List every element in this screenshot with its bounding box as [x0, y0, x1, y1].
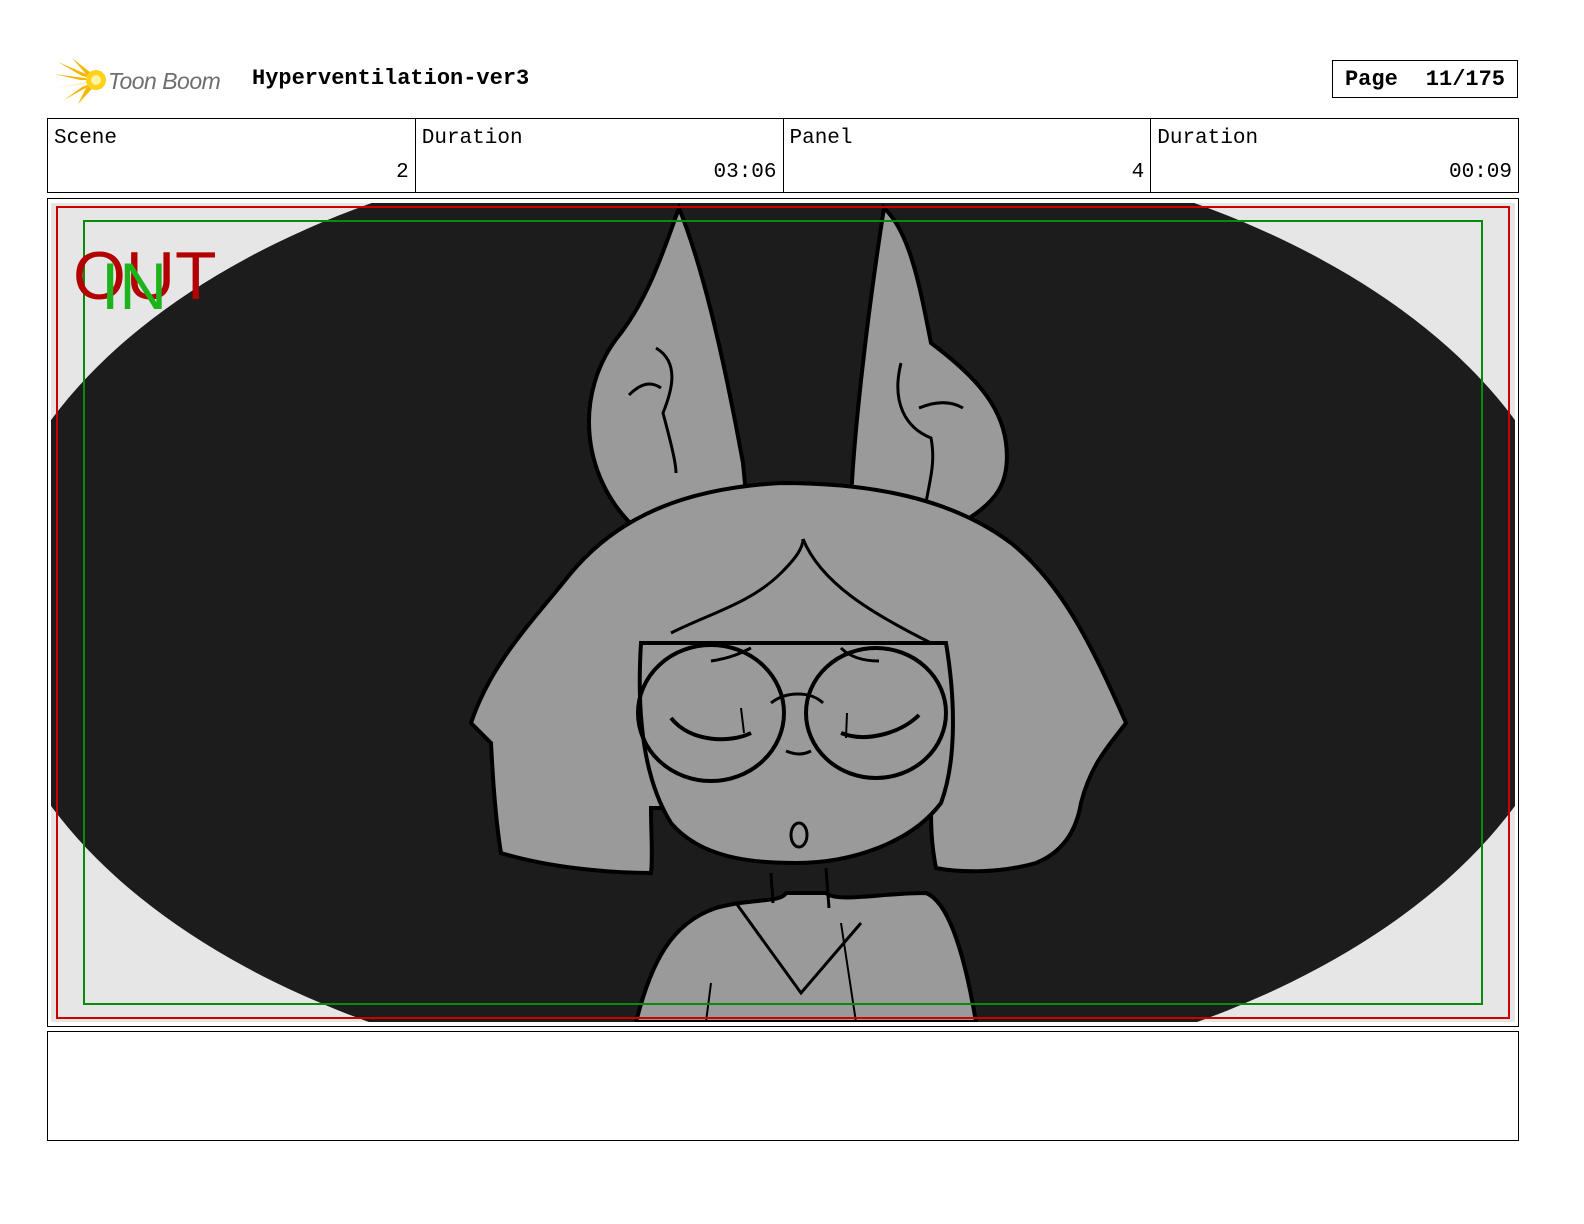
scene-duration-label: Duration: [421, 127, 523, 150]
panel-duration-label: Duration: [1157, 127, 1259, 150]
scene-cell: Scene 2: [48, 119, 416, 192]
scene-value: 2: [396, 161, 409, 184]
scene-duration-cell: Duration 03:06: [416, 119, 784, 192]
panel-notes-box: [47, 1031, 1519, 1141]
page-indicator: Page 11/175: [1332, 60, 1518, 98]
page-header: Toon Boom Hyperventilation-ver3 Page 11/…: [48, 54, 1518, 106]
panel-value: 4: [1131, 161, 1145, 184]
panel-cell: Panel 4: [784, 119, 1152, 192]
panel-duration-cell: Duration 00:09: [1151, 119, 1518, 192]
panel-label: Panel: [789, 127, 853, 150]
project-title: Hyperventilation-ver3: [252, 66, 530, 91]
starburst-icon: [54, 58, 106, 104]
scene-info-table: Scene 2 Duration 03:06 Panel 4 Duration …: [47, 118, 1519, 193]
panel-duration-value: 00:09: [1448, 161, 1512, 184]
storyboard-panel: OUT IN: [47, 198, 1519, 1027]
toon-boom-logo: Toon Boom: [52, 56, 242, 106]
panel-drawing: OUT IN: [51, 203, 1515, 1022]
page-label: Page: [1344, 66, 1398, 92]
scene-duration-value: 03:06: [713, 161, 777, 184]
in-marker: IN: [101, 249, 167, 323]
page-number: 11/175: [1425, 66, 1506, 92]
scene-label: Scene: [54, 127, 118, 150]
logo-text: Toon Boom: [108, 68, 221, 94]
